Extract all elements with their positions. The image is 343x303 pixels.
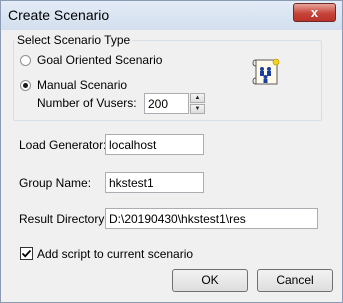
cancel-button-label: Cancel bbox=[276, 273, 314, 287]
spin-down-icon[interactable]: ▼ bbox=[190, 104, 205, 114]
cancel-button[interactable]: Cancel bbox=[257, 269, 333, 292]
scenario-type-group-label: Select Scenario Type bbox=[15, 33, 133, 47]
goal-oriented-radio[interactable] bbox=[20, 55, 31, 66]
dialog-body: Select Scenario Type Goal Oriented Scena… bbox=[2, 30, 341, 301]
add-script-checkbox[interactable] bbox=[20, 247, 33, 260]
add-script-label[interactable]: Add script to current scenario bbox=[37, 247, 193, 261]
close-button[interactable]: x bbox=[293, 3, 336, 22]
vusers-stepper[interactable]: ▲ ▼ bbox=[190, 93, 205, 114]
dialog-title: Create Scenario bbox=[8, 7, 110, 23]
scenario-document-icon bbox=[252, 58, 280, 85]
group-name-input[interactable] bbox=[105, 172, 204, 193]
title-bar: Create Scenario x bbox=[1, 1, 342, 30]
create-scenario-dialog: Create Scenario x Select Scenario Type G… bbox=[0, 0, 343, 303]
load-generator-label: Load Generator: bbox=[19, 138, 107, 152]
vusers-label: Number of Vusers: bbox=[37, 96, 137, 110]
close-icon: x bbox=[310, 5, 319, 20]
ok-button-label: OK bbox=[201, 273, 219, 287]
vusers-input[interactable] bbox=[144, 93, 189, 114]
ok-button[interactable]: OK bbox=[172, 269, 248, 292]
load-generator-input[interactable] bbox=[105, 134, 204, 155]
goal-oriented-label[interactable]: Goal Oriented Scenario bbox=[37, 53, 162, 67]
group-name-label: Group Name: bbox=[19, 176, 92, 190]
manual-scenario-radio[interactable] bbox=[20, 80, 31, 91]
checkmark-icon bbox=[21, 249, 32, 258]
result-directory-input[interactable] bbox=[105, 208, 318, 229]
result-directory-label: Result Directory: bbox=[19, 212, 108, 226]
manual-scenario-label[interactable]: Manual Scenario bbox=[37, 78, 127, 92]
spin-up-icon[interactable]: ▲ bbox=[190, 93, 205, 103]
